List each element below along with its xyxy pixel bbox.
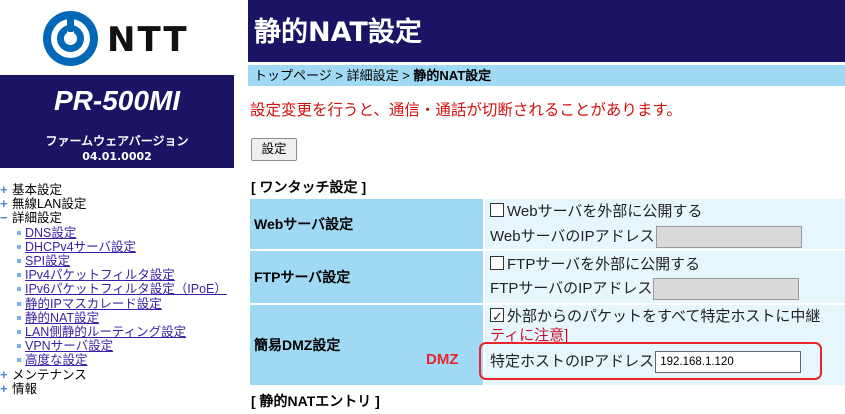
ftp-ip-label: FTPサーバのIPアドレス [490, 280, 653, 297]
sidebar-group-label: 詳細設定 [12, 211, 63, 226]
sidebar-sub-link[interactable]: LAN側静的ルーティング設定 [25, 325, 186, 339]
sidebar-sub-item: LAN側静的ルーティング設定 [0, 325, 234, 339]
firmware-label: ファームウェアバージョン [45, 134, 189, 148]
page-title: 静的NAT設定 [254, 17, 422, 48]
sidebar-sub-link[interactable]: 静的NAT設定 [25, 311, 99, 325]
breadcrumb: トップページ > 詳細設定 > 静的NAT設定 [248, 65, 845, 86]
sidebar-sub-link[interactable]: 高度な設定 [25, 353, 88, 367]
sidebar-group-item[interactable]: + メンテナンス [0, 368, 234, 382]
bullet-icon [17, 230, 21, 235]
dmz-label: 簡易DMZ設定 [250, 305, 483, 385]
sidebar-sub-item: IPv4パケットフィルタ設定 [0, 268, 234, 282]
ftp-publish-checkbox[interactable] [490, 256, 504, 270]
web-ip-label: WebサーバのIPアドレス [490, 228, 655, 245]
collapse-minus-icon[interactable]: − [0, 211, 11, 224]
breadcrumb-separator: > [398, 68, 414, 83]
bullet-icon [17, 273, 21, 278]
web-ip-input[interactable] [655, 226, 802, 248]
static-nat-entry-heading: [ 静的NATエントリ ] [251, 393, 380, 409]
model-info: PR-500MI ファームウェアバージョン 04.01.0002 [0, 75, 234, 168]
sidebar-sub-link[interactable]: DHCPv4サーバ設定 [25, 240, 136, 254]
ftp-server-cell: FTPサーバを外部に公開する FTPサーバのIPアドレス [485, 251, 845, 303]
sidebar-sub-item: DNS設定 [0, 226, 234, 240]
sidebar-group-label: 無線LAN設定 [12, 197, 87, 212]
sidebar-group-item[interactable]: + 基本設定 [0, 183, 234, 197]
bullet-icon [17, 344, 21, 349]
sidebar-sub-link[interactable]: IPv4パケットフィルタ設定 [25, 268, 175, 282]
sidebar-group-label: メンテナンス [12, 367, 87, 382]
sidebar: NTT PR-500MI ファームウェアバージョン 04.01.0002 + 基本… [0, 0, 234, 414]
web-ip-line: WebサーバのIPアドレス [490, 226, 802, 248]
breadcrumb-middle[interactable]: 詳細設定 [347, 68, 399, 83]
expand-plus-icon[interactable]: + [0, 197, 11, 210]
sidebar-sub-link[interactable]: SPI設定 [25, 254, 70, 268]
page-header: 静的NAT設定 [248, 0, 845, 62]
sidebar-group-item[interactable]: + 情報 [0, 382, 234, 396]
web-publish-checkbox[interactable] [490, 203, 504, 217]
ftp-publish-option[interactable]: FTPサーバを外部に公開する [490, 254, 700, 276]
bullet-icon [17, 358, 21, 363]
bullet-icon [17, 301, 21, 306]
logo-text: NTT [107, 20, 189, 60]
bullet-icon [17, 244, 21, 249]
warning-message: 設定変更を行うと、通信・通話が切断されることがあります。 [250, 102, 682, 119]
sidebar-sub-item: IPv6パケットフィルタ設定（IPoE） [0, 282, 234, 296]
sidebar-sub-link[interactable]: VPNサーバ設定 [25, 339, 113, 353]
sidebar-group-item[interactable]: + 無線LAN設定 [0, 197, 234, 211]
sidebar-sub-item: DHCPv4サーバ設定 [0, 240, 234, 254]
bullet-icon [17, 315, 21, 320]
breadcrumb-top[interactable]: トップページ [254, 68, 332, 83]
sidebar-sub-item: 高度な設定 [0, 353, 234, 367]
sidebar-sub-link[interactable]: DNS設定 [25, 226, 76, 240]
firmware-version: 04.01.0002 [82, 150, 152, 163]
ftp-server-label: FTPサーバ設定 [250, 251, 483, 303]
web-publish-option[interactable]: Webサーバを外部に公開する [490, 201, 702, 223]
onetouch-section-heading: [ ワンタッチ設定 ] [251, 179, 367, 195]
sidebar-sub-item: 静的NAT設定 [0, 311, 234, 325]
dmz-forward-label: 外部からのパケットをすべて特定ホストに中継 [507, 308, 821, 325]
ftp-ip-line: FTPサーバのIPアドレス [490, 278, 800, 300]
sidebar-sub-item: VPNサーバ設定 [0, 339, 234, 353]
web-server-row: Webサーバ設定 Webサーバを外部に公開する WebサーバのIPアドレス [250, 199, 845, 251]
sidebar-group-label: 情報 [12, 381, 38, 396]
expand-plus-icon[interactable]: + [0, 382, 11, 395]
ftp-server-row: FTPサーバ設定 FTPサーバを外部に公開する FTPサーバのIPアドレス [250, 251, 845, 305]
sidebar-sub-item: 静的IPマスカレード設定 [0, 297, 234, 311]
sidebar-menu: + 基本設定 + 無線LAN設定 − 詳細設定 DNS設定 DHCPv4サーバ設定 SPI設定 I… [0, 183, 234, 396]
breadcrumb-separator: > [331, 68, 347, 83]
sidebar-group-label: 基本設定 [12, 183, 63, 197]
expand-plus-icon[interactable]: + [0, 368, 11, 381]
ntt-logo: NTT [0, 0, 234, 75]
web-server-cell: Webサーバを外部に公開する WebサーバのIPアドレス [485, 199, 845, 249]
dmz-highlight-box [479, 342, 822, 380]
settings-button[interactable]: 設定 [251, 138, 297, 161]
bullet-icon [17, 259, 21, 264]
sidebar-sub-item: SPI設定 [0, 254, 234, 268]
bullet-icon [17, 287, 21, 292]
dmz-forward-checkbox[interactable] [490, 306, 504, 328]
breadcrumb-current: 静的NAT設定 [413, 68, 492, 83]
model-name: PR-500MI [53, 85, 181, 116]
sidebar-group-item[interactable]: − 詳細設定 [0, 211, 234, 225]
ftp-publish-label: FTPサーバを外部に公開する [507, 256, 701, 273]
dmz-annotation-label: DMZ [426, 351, 459, 368]
web-publish-label: Webサーバを外部に公開する [507, 203, 703, 220]
sidebar-sub-link[interactable]: 静的IPマスカレード設定 [25, 297, 162, 311]
sidebar-sub-link[interactable]: IPv6パケットフィルタ設定（IPoE） [25, 282, 227, 296]
web-server-label: Webサーバ設定 [250, 199, 483, 249]
bullet-icon [17, 330, 21, 335]
ftp-ip-input[interactable] [653, 278, 800, 300]
ntt-logo-mark-icon [43, 11, 98, 66]
expand-plus-icon[interactable]: + [0, 183, 11, 196]
